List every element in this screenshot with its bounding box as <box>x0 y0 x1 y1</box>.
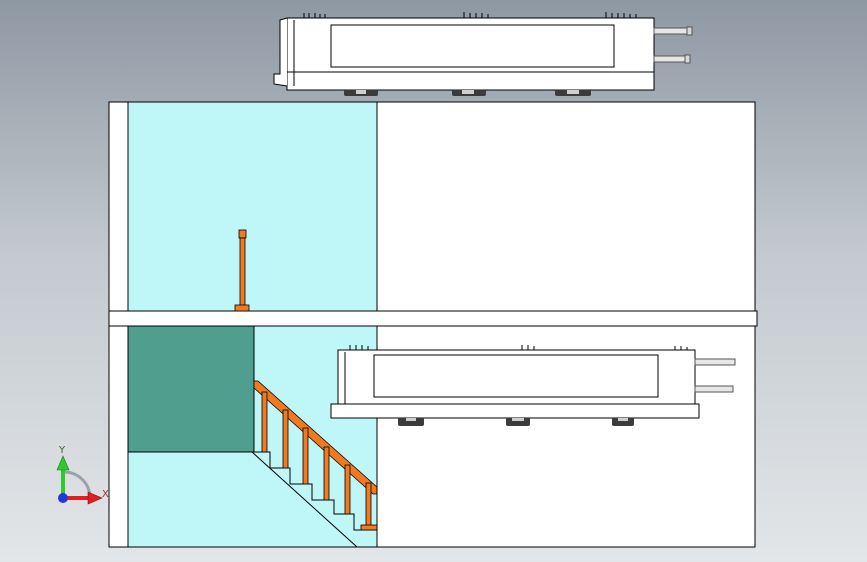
x-axis-arrowhead <box>87 491 103 505</box>
roof-unit[interactable] <box>273 12 693 96</box>
roof-unit-panel <box>330 24 615 68</box>
roof-unit-top-clips <box>303 12 637 18</box>
roof-unit-pipes <box>653 26 693 64</box>
lower-unit-panel <box>373 354 659 398</box>
axis-triad: Y X <box>56 445 109 505</box>
upper-room-glass <box>127 101 378 312</box>
z-axis-dot <box>58 493 68 503</box>
roof-unit-end-cap <box>273 17 288 87</box>
cad-viewport[interactable]: Y X <box>0 0 867 562</box>
lower-room-dark-panel <box>127 325 255 453</box>
lower-unit-base <box>330 403 700 419</box>
y-axis-label: Y <box>58 445 66 456</box>
roof-unit-feet <box>344 90 591 96</box>
floor-slab <box>108 310 758 327</box>
building-section[interactable] <box>108 101 758 548</box>
x-axis-label: X <box>102 489 109 500</box>
triad-xz-arc <box>63 470 92 499</box>
y-axis-arrowhead <box>56 455 70 471</box>
stair-bottom-post-base <box>360 524 378 531</box>
lower-unit[interactable] <box>330 345 736 426</box>
